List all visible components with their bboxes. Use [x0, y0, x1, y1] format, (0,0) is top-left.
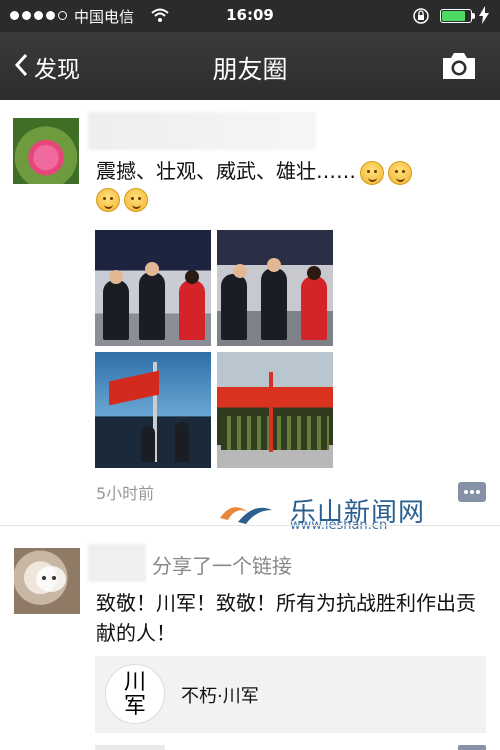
shared-link-card[interactable]: 川军 不朽·川军 — [95, 656, 486, 733]
chevron-left-icon — [14, 53, 28, 81]
charging-icon — [479, 6, 489, 28]
moments-feed[interactable]: 震撼、壮观、威武、雄壮…… 5小时前 乐山新闻网 www.leshan.cn 分… — [0, 100, 500, 750]
nav-bar: 发现 朋友圈 — [0, 32, 500, 100]
comment-button[interactable] — [458, 745, 486, 750]
next-post-author[interactable] — [95, 745, 165, 750]
figure-head — [233, 264, 247, 278]
author-name-blurred[interactable] — [88, 112, 316, 150]
figure — [261, 268, 287, 340]
post-text: 震撼、壮观、威武、雄壮…… — [96, 156, 486, 186]
share-action: 分享了一个链接 — [152, 554, 292, 578]
orientation-lock-icon — [412, 7, 430, 29]
figure-head — [267, 258, 281, 272]
photo-grid — [95, 230, 335, 468]
figure — [141, 426, 155, 462]
figure-head — [185, 270, 199, 284]
battery-icon — [440, 9, 472, 23]
avatar[interactable] — [14, 548, 80, 614]
post-text-content: 震撼、壮观、威武、雄壮…… — [96, 159, 356, 183]
flag-raising-photo[interactable] — [95, 352, 211, 468]
watermark-logo-icon — [220, 507, 272, 524]
figure — [301, 276, 327, 340]
author-name-blurred[interactable] — [88, 544, 146, 582]
emoji-icon — [96, 188, 120, 212]
leaders-photo-1[interactable] — [95, 230, 211, 346]
honor-guard-photo[interactable] — [217, 352, 333, 468]
moment-post: 震撼、壮观、威武、雄壮…… 5小时前 乐山新闻网 www.leshan.cn — [0, 100, 500, 533]
emoji-icon — [360, 160, 384, 185]
emoji-icon — [124, 188, 148, 212]
link-logo: 川军 — [105, 664, 165, 724]
status-bar: 中国电信 16:09 — [0, 0, 500, 32]
avatar[interactable] — [13, 118, 79, 184]
figure-head — [145, 262, 159, 276]
back-label: 发现 — [34, 57, 80, 83]
emoji-row — [96, 188, 148, 212]
moment-post: 分享了一个链接 致敬！川军！致敬！所有为抗战胜利作出贡献的人！ 川军 不朽·川军 — [0, 526, 500, 750]
post-time: 5小时前 — [96, 484, 155, 503]
cat-eyes — [42, 576, 46, 580]
leaders-photo-2[interactable] — [217, 230, 333, 346]
figure-head — [109, 270, 123, 284]
link-title: 不朽·川军 — [181, 686, 259, 707]
battery-level — [442, 11, 465, 21]
figure — [179, 280, 205, 340]
figure — [139, 272, 165, 340]
flag — [109, 370, 159, 406]
figure — [103, 280, 129, 340]
comment-button[interactable] — [458, 482, 486, 502]
figure-head — [307, 266, 321, 280]
battery-tip — [472, 13, 475, 19]
figure — [175, 422, 189, 462]
post-text: 致敬！川军！致敬！所有为抗战胜利作出贡献的人！ — [96, 591, 476, 645]
figure — [221, 274, 247, 340]
emoji-icon — [388, 160, 412, 185]
cat-face — [36, 566, 66, 592]
camera-icon[interactable] — [440, 50, 478, 86]
back-button[interactable]: 发现 — [14, 50, 80, 84]
honor-guard — [221, 416, 329, 450]
flag-staff — [269, 372, 273, 452]
